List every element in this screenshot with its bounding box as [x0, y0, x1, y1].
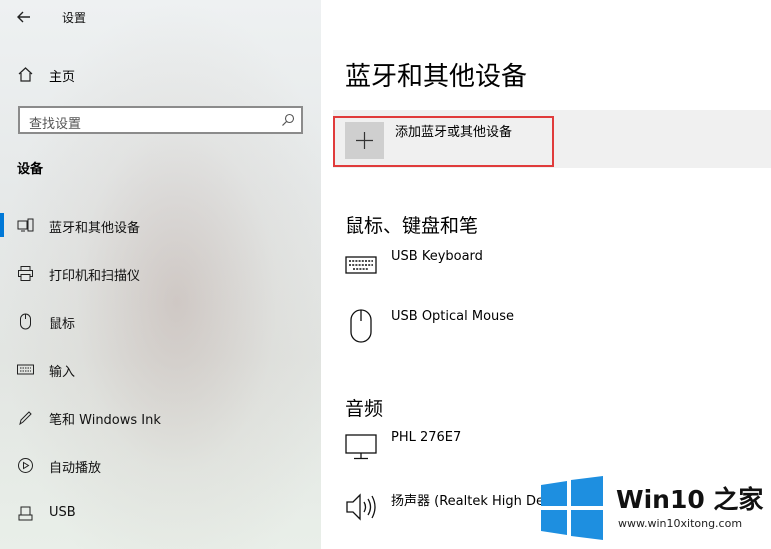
sidebar-item-typing[interactable]: 输入	[0, 354, 321, 384]
bluetooth-devices-icon	[17, 217, 34, 234]
add-device-label: 添加蓝牙或其他设备	[395, 125, 513, 140]
sidebar-item-autoplay[interactable]: 自动播放	[0, 450, 321, 480]
keyboard-icon	[17, 361, 34, 378]
watermark-brand: Win10 之家	[616, 485, 764, 514]
sidebar-item-label: 笔和 Windows Ink	[49, 413, 161, 428]
sidebar-item-label: 打印机和扫描仪	[49, 269, 141, 284]
device-item[interactable]: USB Keyboard	[345, 249, 765, 289]
windows-logo-icon	[541, 476, 603, 540]
main-panel: 蓝牙和其他设备 添加蓝牙或其他设备 鼠标、键盘和笔 USB Keyboard U…	[321, 0, 771, 549]
device-item[interactable]: USB Optical Mouse	[345, 309, 765, 349]
watermark-url: www.win10xitong.com	[618, 517, 743, 530]
autoplay-icon	[17, 457, 34, 474]
section-title: 设备	[17, 162, 44, 177]
sidebar-item-mouse[interactable]: 鼠标	[0, 306, 321, 336]
sidebar-item-label: USB	[49, 505, 76, 520]
printer-icon	[17, 265, 34, 282]
device-name: PHL 276E7	[391, 430, 462, 445]
mouse-icon	[17, 313, 34, 330]
search-icon[interactable]	[281, 113, 295, 127]
device-name: USB Keyboard	[391, 249, 483, 264]
home-label: 主页	[49, 70, 76, 85]
sidebar-item-printers[interactable]: 打印机和扫描仪	[0, 258, 321, 288]
search-input[interactable]: 查找设置	[18, 106, 303, 134]
search-placeholder: 查找设置	[29, 117, 82, 132]
sidebar: 设置 主页 查找设置 设备 蓝牙和其他设备 打印机和扫描仪 鼠标 输入 笔和 W…	[0, 0, 321, 549]
device-item[interactable]: PHL 276E7	[345, 430, 765, 470]
mouse-icon	[349, 309, 373, 343]
sidebar-item-label: 输入	[49, 365, 76, 380]
plus-icon	[345, 122, 384, 159]
title-bar: 设置	[0, 0, 321, 36]
monitor-icon	[345, 434, 377, 460]
page-title: 蓝牙和其他设备	[345, 62, 528, 92]
back-button[interactable]	[14, 6, 36, 28]
sidebar-item-bluetooth[interactable]: 蓝牙和其他设备	[0, 210, 321, 240]
sidebar-item-label: 自动播放	[49, 461, 102, 476]
pen-icon	[17, 409, 34, 426]
home-nav-item[interactable]: 主页	[0, 60, 321, 88]
sidebar-item-label: 鼠标	[49, 317, 76, 332]
watermark: Win10 之家 www.win10xitong.com	[538, 474, 771, 549]
usb-icon	[17, 505, 34, 522]
sidebar-item-label: 蓝牙和其他设备	[49, 221, 141, 236]
device-name: USB Optical Mouse	[391, 309, 515, 324]
home-icon	[17, 66, 34, 83]
device-name: 扬声器 (Realtek High De	[391, 494, 545, 509]
speaker-icon	[345, 490, 379, 524]
window-title: 设置	[62, 11, 87, 25]
sidebar-item-usb[interactable]: USB	[0, 498, 321, 528]
sidebar-item-pen[interactable]: 笔和 Windows Ink	[0, 402, 321, 432]
group-title-input-devices: 鼠标、键盘和笔	[345, 215, 479, 237]
keyboard-icon	[345, 255, 377, 275]
back-arrow-icon	[17, 11, 30, 23]
group-title-audio: 音频	[345, 398, 384, 420]
